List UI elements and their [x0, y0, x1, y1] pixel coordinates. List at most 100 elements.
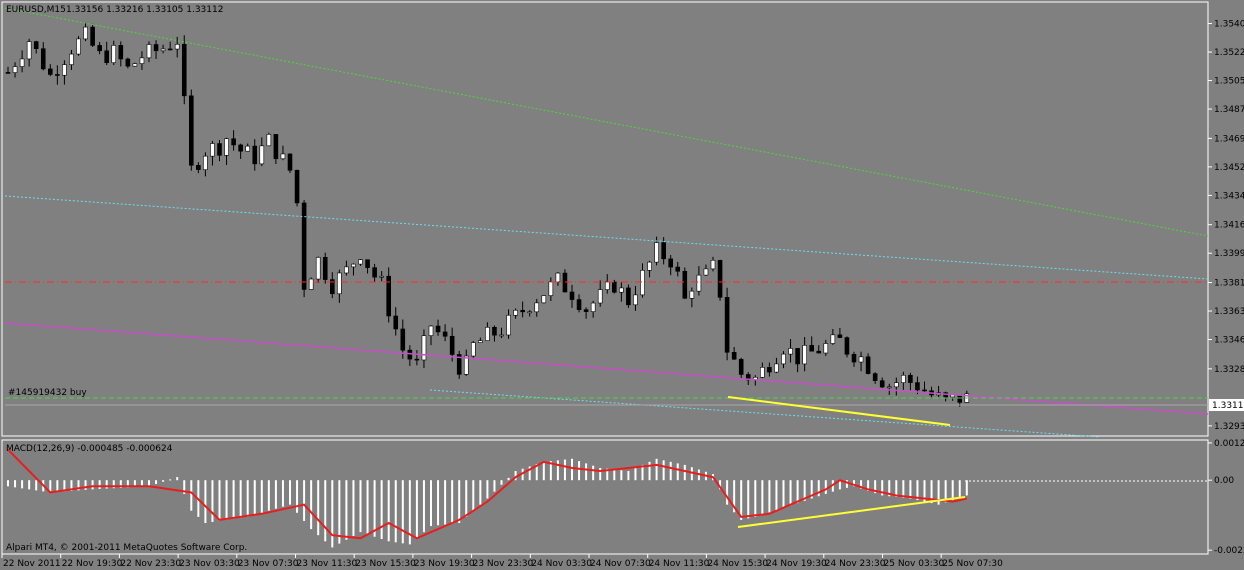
price-tick-label: 1.34875 — [1214, 105, 1244, 115]
macd-bar — [155, 480, 158, 485]
candle — [802, 337, 807, 372]
candle — [922, 381, 927, 392]
candle — [224, 137, 229, 166]
candlesticks — [5, 22, 970, 407]
candle — [365, 259, 370, 274]
candle — [548, 277, 554, 302]
time-tick-label: 23 Nov 23:30 — [473, 559, 534, 569]
macd-bar — [303, 480, 306, 521]
candle — [308, 277, 314, 290]
macd-bar — [366, 480, 369, 535]
current-price-label: 1.33112 — [1212, 401, 1244, 411]
candle — [781, 351, 786, 369]
time-tick-label: 23 Nov 03:30 — [179, 559, 240, 569]
candle — [534, 298, 540, 317]
macd-bar — [281, 480, 284, 507]
price-tick-label: 1.33810 — [1214, 279, 1244, 289]
macd-bar — [415, 480, 418, 539]
macd-bar — [253, 480, 256, 515]
price-tick-label: 1.33990 — [1214, 249, 1244, 259]
macd-bar — [387, 480, 390, 542]
macd-bar — [331, 480, 334, 548]
macd-bar — [380, 480, 383, 540]
candle — [428, 325, 434, 346]
candle — [315, 256, 321, 283]
macd-bar — [28, 480, 31, 490]
candle — [167, 41, 173, 51]
macd-bar — [352, 480, 355, 536]
candle — [576, 294, 582, 313]
candle — [203, 152, 208, 177]
macd-bar — [267, 480, 270, 511]
candle — [19, 50, 25, 73]
candle — [837, 327, 843, 338]
candle — [386, 267, 392, 323]
time-tick-label: 24 Nov 07:30 — [590, 559, 651, 569]
candle — [513, 308, 518, 319]
candle — [872, 372, 878, 384]
macd-bar — [726, 480, 729, 505]
candle — [626, 284, 631, 308]
macd-bar — [310, 480, 313, 530]
macd-bar — [789, 480, 792, 506]
candle — [485, 322, 490, 341]
time-tick-label: 23 Nov 19:30 — [414, 559, 475, 569]
candle — [520, 301, 525, 318]
candle — [160, 44, 166, 54]
candle — [322, 252, 328, 284]
candle — [844, 336, 850, 358]
macd-bar — [627, 471, 630, 481]
candle — [879, 377, 885, 389]
candle — [379, 271, 384, 282]
candle — [153, 40, 159, 59]
macd-bar — [824, 480, 827, 494]
macd-bar — [430, 480, 432, 527]
candle — [238, 143, 243, 159]
candle — [851, 351, 857, 367]
candle — [816, 345, 822, 354]
candle — [118, 41, 124, 67]
chart-header-ohlc: 1.33156 1.33216 1.33105 1.33112 — [66, 5, 223, 15]
candle — [83, 22, 88, 42]
macd-bar — [401, 480, 404, 544]
candle — [590, 300, 596, 318]
magenta-trendline — [4, 322, 1209, 415]
price-tick-label: 1.33635 — [1214, 307, 1244, 317]
candle — [717, 259, 723, 301]
time-tick-label: 24 Nov 03:30 — [531, 559, 592, 569]
candle — [69, 49, 74, 70]
candle — [738, 357, 744, 380]
macd-bar — [817, 480, 820, 497]
candle — [329, 272, 335, 299]
macd-bar — [169, 479, 172, 481]
candle — [210, 140, 215, 166]
candle — [12, 62, 18, 78]
macd-bar — [373, 480, 376, 537]
candle — [668, 255, 674, 276]
candle — [301, 200, 307, 298]
candle — [407, 345, 413, 366]
candle — [125, 57, 131, 69]
macd-bar — [768, 480, 771, 513]
macd-bar — [176, 477, 179, 481]
candle — [351, 263, 356, 276]
candle — [506, 309, 511, 339]
candle — [774, 357, 779, 374]
candle — [414, 350, 420, 366]
macd-bar — [556, 460, 559, 481]
cyan-lower-channel-line — [429, 389, 1101, 438]
macd-bar — [324, 480, 327, 542]
candle — [583, 307, 589, 319]
macd-bar — [274, 480, 277, 509]
macd-bar — [465, 480, 468, 517]
candle — [478, 337, 483, 343]
macd-bar — [162, 480, 165, 482]
candle — [273, 134, 279, 165]
time-tick-label: 25 Nov 07:30 — [942, 559, 1003, 569]
chart-header-symbol: EURUSD,M15 — [6, 5, 66, 15]
macd-bar — [493, 480, 496, 492]
macd-bar — [56, 480, 59, 492]
candle — [908, 372, 913, 391]
macd-bar — [965, 480, 968, 496]
price-tick-label: 1.34345 — [1214, 191, 1244, 201]
